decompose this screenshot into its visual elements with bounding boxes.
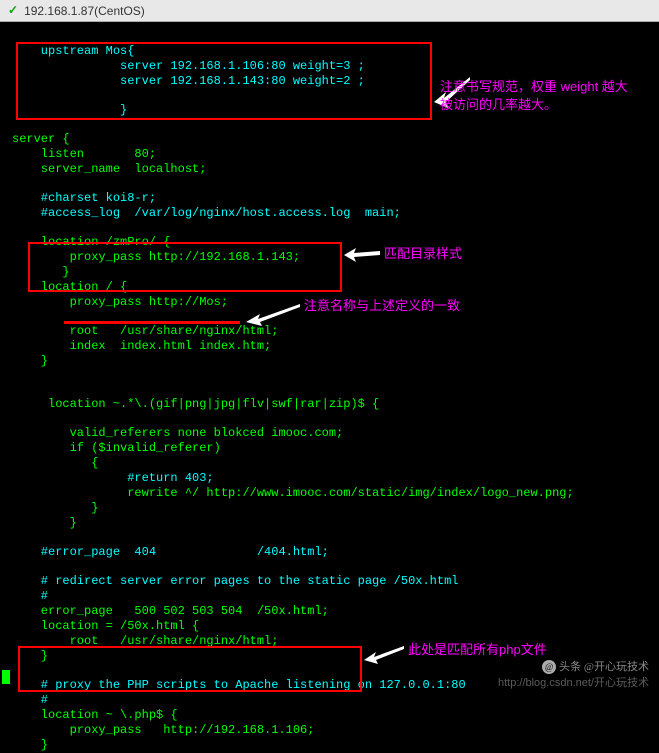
error-page: #error_page 404 /404.html; bbox=[12, 545, 647, 560]
valid-ref: valid_referers none blokced imooc.com; bbox=[12, 426, 647, 441]
charset-line: #charset koi8-r; bbox=[12, 191, 647, 206]
red-box-upstream bbox=[16, 42, 432, 120]
if-invalid: if ($invalid_referer) bbox=[12, 441, 647, 456]
arrow-4 bbox=[364, 646, 404, 664]
redirect-comment: # redirect server error pages to the sta… bbox=[12, 574, 647, 589]
red-underline bbox=[64, 321, 240, 324]
hash: # bbox=[12, 589, 647, 604]
toutiao-watermark: @头条 @开心玩技术 bbox=[542, 660, 649, 675]
check-icon: ✓ bbox=[8, 3, 18, 18]
proxy3: proxy_pass http://192.168.1.106; bbox=[12, 723, 647, 738]
server-open: server { bbox=[12, 132, 647, 147]
index-dir: index index.html index.htm; bbox=[12, 339, 647, 354]
annotation-3: 注意名称与上述定义的一致 bbox=[304, 298, 460, 314]
annotation-2: 匹配目录样式 bbox=[384, 246, 462, 262]
annotation-4: 此处是匹配所有php文件 bbox=[408, 642, 547, 658]
toutiao-icon: @ bbox=[542, 660, 556, 674]
arrow-2 bbox=[344, 246, 380, 264]
brace-open: { bbox=[12, 456, 647, 471]
csdn-watermark: http://blog.csdn.net/开心玩技术 bbox=[498, 677, 649, 691]
terminal-area: upstream Mos{ server 192.168.1.106:80 we… bbox=[0, 22, 659, 693]
cursor-indicator bbox=[2, 670, 10, 684]
arrow-3 bbox=[246, 304, 300, 326]
root-dir: root /usr/share/nginx/html; bbox=[12, 324, 647, 339]
return403: #return 403; bbox=[12, 471, 647, 486]
hash2: # bbox=[12, 693, 647, 708]
annotation-1: 注意书写规范，权重 weight 越大 bbox=[440, 79, 628, 95]
window-title: 192.168.1.87(CentOS) bbox=[24, 4, 145, 18]
red-box-php bbox=[18, 646, 362, 692]
listen-line: listen 80; bbox=[12, 147, 647, 162]
title-bar: ✓ 192.168.1.87(CentOS) bbox=[0, 0, 659, 22]
loc-php: location ~ \.php$ { bbox=[12, 708, 647, 723]
loc-close: } bbox=[12, 354, 647, 369]
loc-regex: location ~.*\.(gif|png|jpg|flv|swf|rar|z… bbox=[12, 397, 647, 412]
brace-c2: } bbox=[12, 516, 647, 531]
annotation-1b: 被访问的几率越大。 bbox=[440, 97, 557, 113]
rewrite: rewrite ^/ http://www.imooc.com/static/i… bbox=[12, 486, 647, 501]
close-php: } bbox=[12, 738, 647, 753]
accesslog-line: #access_log /var/log/nginx/host.access.l… bbox=[12, 206, 647, 221]
brace-c1: } bbox=[12, 501, 647, 516]
red-box-zmpro bbox=[28, 242, 342, 292]
loc-50x: location = /50x.html { bbox=[12, 619, 647, 634]
error-page2: error_page 500 502 503 504 /50x.html; bbox=[12, 604, 647, 619]
servername-line: server_name localhost; bbox=[12, 162, 647, 177]
